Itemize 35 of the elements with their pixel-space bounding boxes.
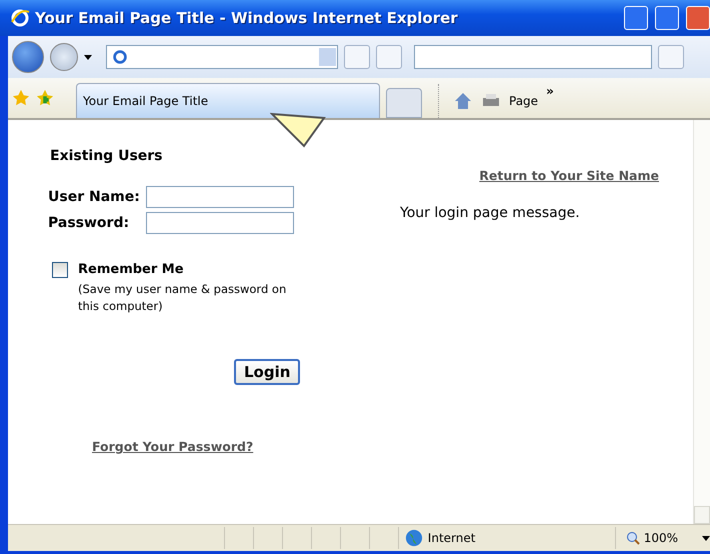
remember-checkbox[interactable] [52, 262, 68, 278]
remember-note: (Save my user name & password on this computer) [78, 281, 288, 315]
forward-button[interactable] [50, 43, 78, 71]
forgot-password-link[interactable]: Forgot Your Password? [92, 439, 254, 454]
browser-tab[interactable]: Your Email Page Title [76, 83, 380, 118]
return-link[interactable]: Return to Your Site Name [479, 168, 659, 183]
window-title: Your Email Page Title - Windows Internet Explorer [35, 9, 459, 27]
input-field[interactable] [146, 186, 294, 208]
checkbox-label: Remember Me [78, 262, 185, 277]
stop-button[interactable] [376, 45, 402, 69]
new-tab-button[interactable] [386, 88, 422, 118]
toolbar-overflow[interactable]: » [546, 84, 556, 98]
maximize-button[interactable] [655, 6, 679, 30]
pointer-callout-icon [270, 112, 326, 150]
zoom-icon [626, 531, 640, 545]
search-button[interactable] [658, 45, 684, 69]
star-icon[interactable] [12, 89, 30, 107]
globe-icon [404, 529, 423, 547]
zoom-level[interactable]: 100% [644, 531, 678, 545]
search-field[interactable] [414, 45, 652, 69]
input-field[interactable] [146, 212, 294, 234]
login-button[interactable]: Login [234, 359, 300, 385]
minimize-button[interactable] [624, 6, 648, 30]
add-favorite-icon[interactable] [36, 89, 54, 107]
close-button[interactable] [686, 6, 710, 30]
browser-logo-icon [10, 8, 30, 28]
field-label: Password: [48, 215, 130, 231]
section-heading: Existing Users [50, 148, 164, 164]
back-button[interactable] [12, 41, 44, 73]
login-message: Your login page message. [400, 205, 581, 221]
page-menu[interactable]: Page [509, 94, 538, 108]
refresh-button[interactable] [344, 45, 370, 69]
address-field[interactable] [106, 45, 338, 69]
security-zone: Internet [428, 531, 476, 545]
field-label: User Name: [48, 189, 138, 205]
